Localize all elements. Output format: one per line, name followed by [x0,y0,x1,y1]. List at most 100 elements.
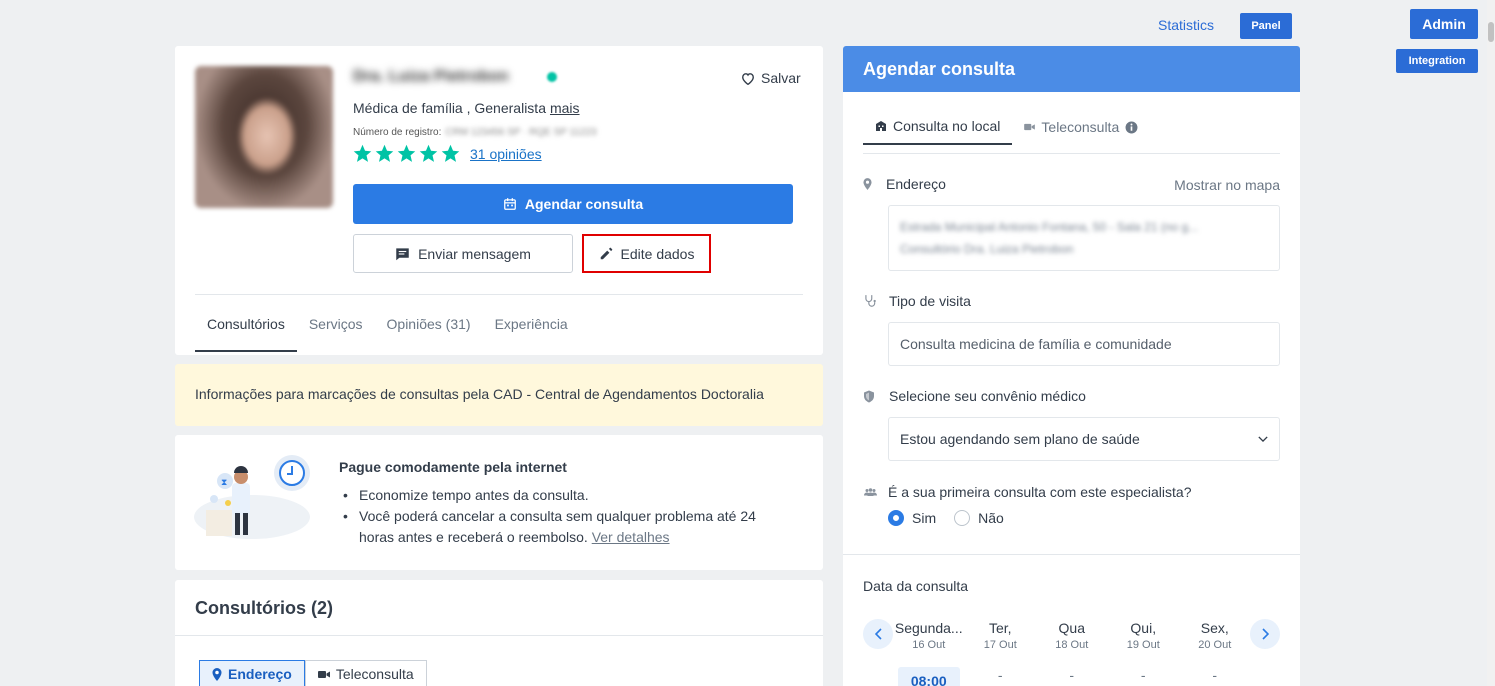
opinions-link[interactable]: 31 opiniões [470,146,542,162]
slot-cell: - [965,667,1037,686]
day-column: Ter, 17 Out [965,620,1037,651]
slot-cell: 08:00 [893,667,965,686]
payment-title: Pague comodamente pela internet [339,459,567,475]
day-columns: Segunda... 16 Out Ter, 17 Out Qua 18 Out Qu… [893,620,1251,651]
integration-button[interactable]: Integration [1396,49,1478,73]
notice-banner: Informações para marcações de consultas … [175,364,823,426]
more-link[interactable]: mais [550,100,580,116]
divider [195,294,803,295]
video-icon [1024,123,1036,131]
registration-value: CRM 123456 SP · RQE SP 11223 [445,127,597,138]
day-column: Segunda... 16 Out [893,620,965,651]
day-name: Qua [1058,620,1085,636]
tab-experiencia[interactable]: Experiência [483,316,580,352]
avatar [195,66,333,208]
doctor-name: Dra. Luiza Pietrobon [353,68,533,88]
day-name: Ter, [988,620,1012,636]
empty-slot: - [1140,667,1146,683]
time-slot[interactable]: 08:00 [897,667,960,686]
tab-consultorios[interactable]: Consultórios [195,316,297,352]
insurance-value: Estou agendando sem plano de saúde [900,431,1140,447]
payment-card: ⧗ Pague comodamente pela internet Econom… [175,435,823,570]
star-icon [353,144,372,162]
chevron-right-icon [1261,628,1269,640]
send-message-button[interactable]: Enviar mensagem [353,234,573,273]
day-name: Sex, [1200,620,1229,636]
building-icon [876,121,886,131]
booking-header: Agendar consulta [843,46,1300,92]
time-slots: 08:00 - - - - [893,667,1251,686]
address-line-1: Estrada Municipal Antonio Fontana, 50 - … [900,220,1199,234]
address-field[interactable]: Estrada Municipal Antonio Fontana, 50 - … [888,205,1280,271]
scrollbar-thumb[interactable] [1488,22,1494,42]
shield-icon [864,390,874,402]
admin-button[interactable]: Admin [1410,9,1478,39]
day-date: 17 Out [983,639,1017,651]
show-map-link[interactable]: Mostrar no mapa [1174,177,1280,193]
prev-days-button[interactable] [863,619,893,649]
radio-no[interactable]: Não [954,510,1004,526]
edit-data-label: Edite dados [620,245,695,262]
message-icon [396,247,409,260]
panel-button[interactable]: Panel [1240,13,1292,39]
svg-text:⧗: ⧗ [221,478,227,488]
heart-icon [742,72,754,85]
chevron-left-icon [874,628,882,640]
registration: Número de registro: CRM 123456 SP · RQE S… [353,127,597,138]
tab-teleconsult-label: Teleconsulta [335,666,414,682]
tab-in-person-label: Consulta no local [893,118,1001,134]
send-message-label: Enviar mensagem [418,245,531,262]
date-label: Data da consulta [863,578,969,594]
specialty-text: Médica de família , Generalista [353,100,546,116]
tab-teleconsult[interactable]: Teleconsulta [304,660,427,686]
visit-label-row: Tipo de visita [863,293,971,309]
book-appointment-button[interactable]: Agendar consulta [353,184,793,224]
radio-no-label: Não [978,510,1004,526]
info-icon[interactable] [1125,121,1138,134]
offices-title: Consultórios (2) [195,598,333,618]
statistics-link[interactable]: Statistics [1158,17,1214,33]
payment-illustration: ⧗ [194,455,310,539]
doctor-name-text: Dra. Luiza Pietrobon [353,68,509,85]
day-column: Sex, 20 Out [1179,620,1251,651]
save-label: Salvar [761,70,801,86]
first-visit-radios: Sim Não [888,510,1004,526]
save-button[interactable]: Salvar [741,70,801,86]
tab-in-person[interactable]: Consulta no local [863,109,1013,145]
benefit-text: Você poderá cancelar a consulta sem qual… [359,508,756,545]
profile-tabs: Consultórios Serviços Opiniões (31) Expe… [195,316,580,352]
divider [843,554,1300,555]
slot-cell: - [1036,667,1108,686]
insurance-select[interactable]: Estou agendando sem plano de saúde [888,417,1280,461]
first-visit-label-row: É a sua primeira consulta com este espec… [863,484,1191,500]
tab-servicos[interactable]: Serviços [297,316,375,352]
edit-data-button[interactable]: Edite dados [582,234,711,273]
empty-slot: - [997,667,1003,683]
tab-teleconsult[interactable]: Teleconsulta [1012,109,1150,145]
radio-yes-label: Sim [912,510,937,526]
tab-teleconsult-label: Teleconsulta [1041,119,1120,135]
slot-cell: - [1108,667,1180,686]
address-label-row: Endereço [863,176,946,192]
offices-card: Consultórios (2) Endereço Teleconsulta [175,580,823,686]
day-date: 16 Out [912,639,946,651]
first-visit-label: É a sua primeira consulta com este espec… [888,484,1192,500]
radio-yes-circle[interactable] [888,510,904,526]
star-icon [419,144,438,162]
registration-label: Número de registro: [353,127,442,138]
star-icon [375,144,394,162]
details-link[interactable]: Ver detalhes [592,529,670,545]
day-name: Qui, [1130,620,1157,636]
next-days-button[interactable] [1250,619,1280,649]
day-column: Qui, 19 Out [1108,620,1180,651]
offices-toggle: Endereço Teleconsulta [199,660,427,686]
list-item: Você poderá cancelar a consulta sem qual… [341,506,791,548]
tab-address[interactable]: Endereço [199,660,305,686]
radio-no-circle[interactable] [954,510,971,526]
visit-type-field[interactable]: Consulta medicina de família e comunidad… [888,322,1280,366]
day-date: 19 Out [1126,639,1160,651]
radio-yes[interactable]: Sim [888,510,936,526]
scrollbar[interactable] [1487,0,1495,686]
tab-opinioes[interactable]: Opiniões (31) [375,316,483,352]
chevron-down-icon [1258,436,1268,442]
